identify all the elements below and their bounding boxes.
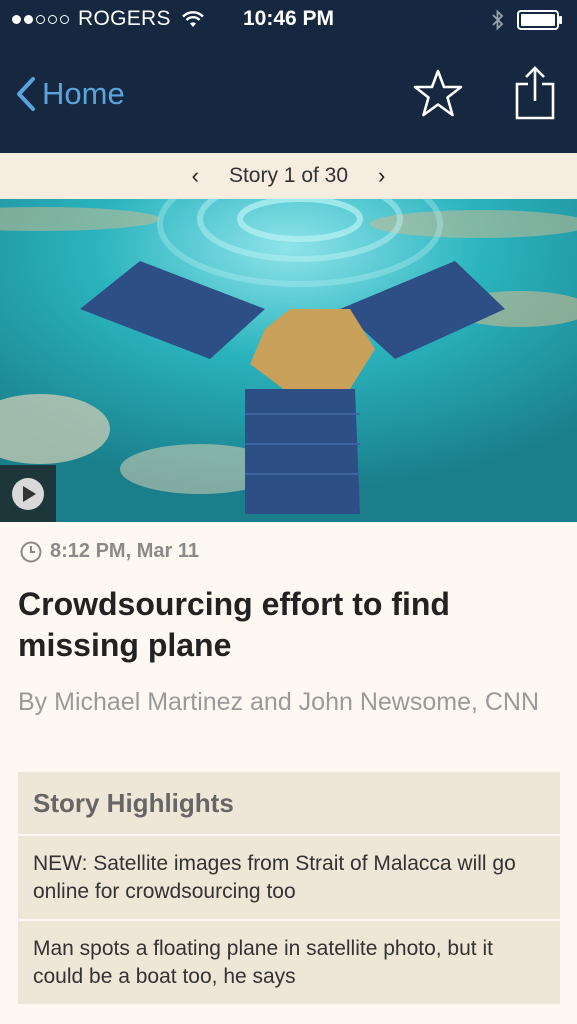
status-bar: ROGERS 10:46 PM bbox=[0, 0, 577, 40]
previous-story-button[interactable]: ‹ bbox=[162, 163, 229, 189]
highlight-item: NEW: Satellite images from Strait of Mal… bbox=[18, 836, 560, 921]
status-right bbox=[491, 8, 563, 32]
highlight-item: Man spots a floating plane in satellite … bbox=[33, 937, 493, 988]
bluetooth-icon bbox=[492, 9, 504, 31]
back-button[interactable]: Home bbox=[16, 76, 125, 112]
navigation-bar: Home bbox=[0, 40, 577, 153]
satellite-illustration bbox=[0, 199, 577, 522]
video-thumbnail[interactable] bbox=[0, 199, 577, 522]
timestamp-text: 8:12 PM, Mar 11 bbox=[50, 540, 199, 562]
favorite-star-icon[interactable] bbox=[412, 68, 464, 120]
chevron-left-icon bbox=[17, 77, 35, 111]
next-story-button[interactable]: › bbox=[348, 163, 415, 189]
article-headline: Crowdsourcing effort to find missing pla… bbox=[18, 586, 450, 663]
play-video-button[interactable] bbox=[0, 465, 56, 522]
battery-icon bbox=[517, 10, 562, 30]
article-timestamp: 8:12 PM, Mar 11 bbox=[20, 540, 199, 563]
story-counter: Story 1 of 30 bbox=[228, 164, 349, 187]
share-icon[interactable] bbox=[510, 64, 560, 122]
highlights-title: Story Highlights bbox=[18, 772, 560, 836]
back-button-label: Home bbox=[42, 76, 125, 111]
story-navigator: ‹ Story 1 of 30 › bbox=[0, 153, 577, 199]
play-icon bbox=[12, 478, 44, 510]
clock-icon bbox=[20, 541, 42, 562]
article-byline: By Michael Martinez and John Newsome, CN… bbox=[18, 688, 540, 716]
story-highlights: Story Highlights NEW: Satellite images f… bbox=[18, 772, 560, 1004]
